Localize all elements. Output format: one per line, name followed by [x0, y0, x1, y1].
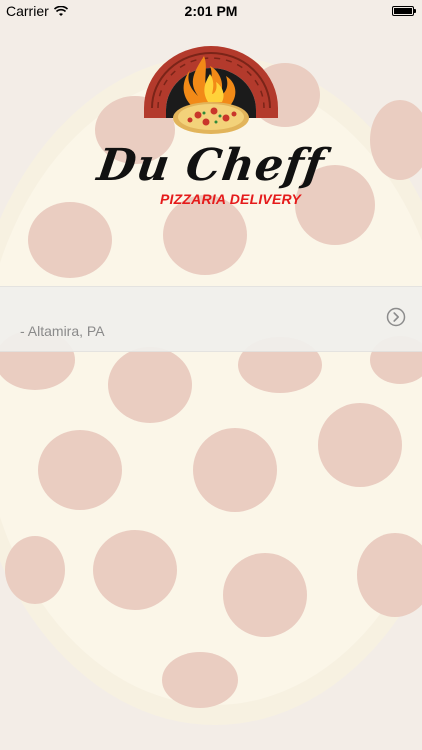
location-list-item[interactable]: - Altamira, PA [0, 286, 422, 352]
brand-name: Du Cheff [94, 140, 328, 191]
location-label: - Altamira, PA [20, 323, 105, 339]
battery-icon [392, 6, 416, 16]
chevron-right-circle-icon[interactable] [386, 307, 406, 327]
status-bar: Carrier 2:01 PM [0, 0, 422, 22]
status-time: 2:01 PM [184, 3, 238, 19]
brand-tagline: PIZZARIA DELIVERY [160, 191, 302, 207]
